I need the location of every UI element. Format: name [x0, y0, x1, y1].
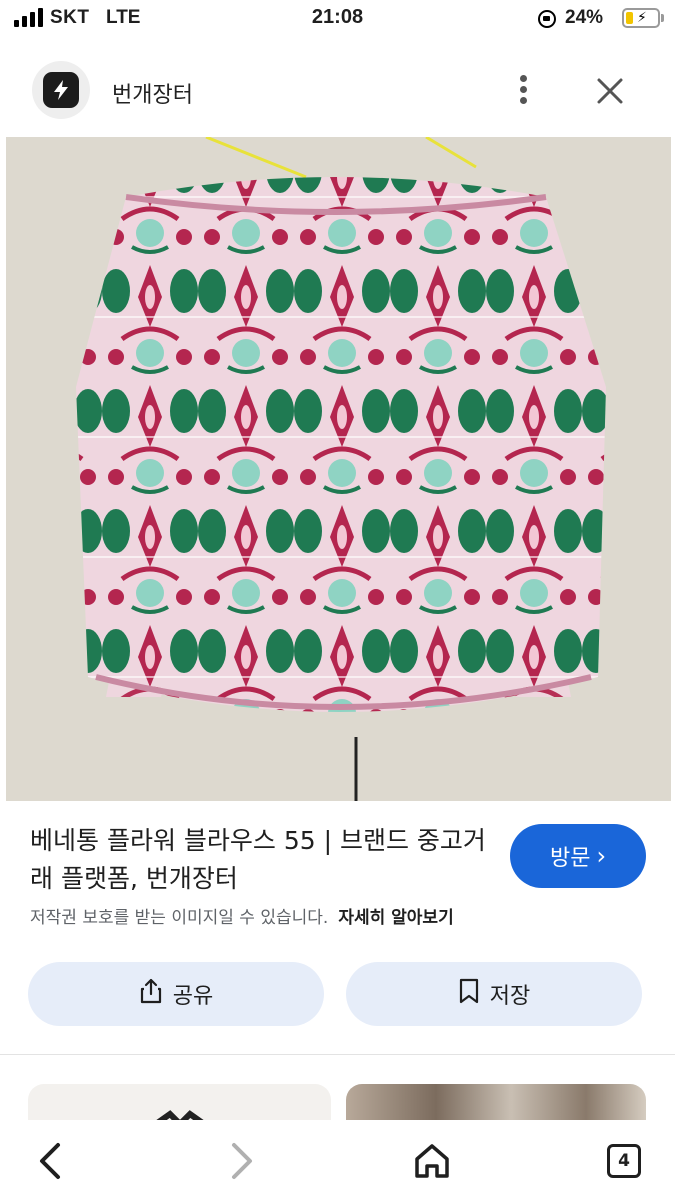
bottom-nav: 4: [0, 1120, 675, 1200]
app-name[interactable]: 번개장터: [112, 77, 193, 109]
back-icon[interactable]: [24, 1134, 78, 1188]
save-label: 저장: [489, 984, 531, 1009]
divider: [0, 1054, 675, 1055]
bookmark-icon: [458, 978, 480, 1010]
share-label: 공유: [172, 984, 214, 1009]
more-vertical-icon[interactable]: [506, 69, 542, 109]
battery-fill: [626, 12, 634, 24]
visit-label: 방문: [549, 846, 591, 871]
share-icon: [139, 978, 163, 1010]
lightning-bolt-icon: [43, 72, 79, 108]
rotation-lock-icon: [538, 10, 556, 28]
forward-icon[interactable]: [214, 1134, 268, 1188]
share-button[interactable]: 공유: [28, 962, 324, 1026]
app-header: 번개장터: [0, 55, 675, 125]
battery-tip: [661, 14, 664, 22]
close-icon[interactable]: [588, 69, 632, 113]
tabs-button[interactable]: 4: [597, 1134, 651, 1188]
battery-percent: 24%: [565, 7, 604, 28]
save-button[interactable]: 저장: [346, 962, 642, 1026]
battery-icon: ⚡: [622, 8, 660, 28]
home-icon[interactable]: [405, 1134, 459, 1188]
product-image[interactable]: [6, 137, 671, 801]
chevron-right-icon: ›: [596, 842, 607, 870]
blouse-photo: [6, 137, 671, 801]
charging-bolt-icon: ⚡: [637, 10, 647, 26]
status-bar: SKT LTE 21:08 24% ⚡: [0, 0, 675, 40]
copyright-notice: 저작권 보호를 받는 이미지일 수 있습니다. 자세히 알아보기: [30, 903, 454, 928]
app-logo[interactable]: [32, 61, 90, 119]
copyright-text: 저작권 보호를 받는 이미지일 수 있습니다.: [30, 908, 329, 928]
product-title[interactable]: 베네통 플라워 블라우스 55 | 브랜드 중고거래 플랫폼, 번개장터: [30, 822, 490, 898]
visit-button[interactable]: 방문 ›: [510, 824, 646, 888]
tab-count: 4: [607, 1144, 641, 1178]
learn-more-link[interactable]: 자세히 알아보기: [338, 908, 453, 928]
